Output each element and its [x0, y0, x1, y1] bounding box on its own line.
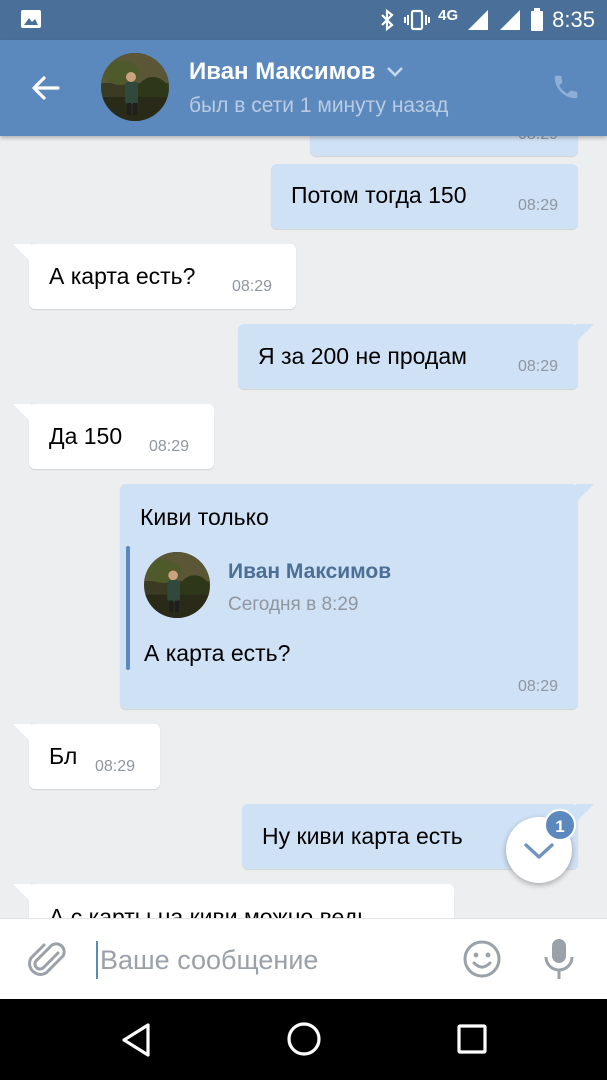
system-nav-bar: [0, 999, 607, 1080]
message-time: 08:29: [517, 678, 558, 695]
microphone-icon[interactable]: [542, 937, 576, 981]
paperclip-icon[interactable]: [28, 939, 68, 981]
reply-quote-bar: [126, 546, 130, 670]
message-out[interactable]: Я за 200 не продам 08:29: [238, 324, 594, 389]
bluetooth-icon: [381, 8, 394, 32]
message-time: 08:29: [149, 438, 190, 455]
battery-icon: [531, 8, 544, 31]
chevron-down-icon: [387, 67, 404, 77]
message-text: Киви только: [140, 504, 269, 530]
chat-header: Иван Максимов был в сети 1 минуту назад: [0, 40, 607, 136]
avatar[interactable]: [101, 53, 169, 121]
bubble-tail: [576, 324, 594, 342]
message-text: А с карты на киви можно ведь: [49, 904, 370, 918]
nav-recents-icon[interactable]: [456, 1023, 488, 1055]
status-bar: 4G 8:35: [0, 0, 607, 40]
message-time: 08:29: [518, 136, 558, 144]
bubble-tail: [576, 804, 594, 822]
online-status: был в сети 1 минуту назад: [189, 94, 449, 117]
reply-time: Сегодня в 8:29: [228, 594, 359, 615]
contact-name[interactable]: Иван Максимов: [189, 58, 405, 86]
message-out[interactable]: 08:29: [310, 136, 578, 156]
unread-badge: 1: [544, 809, 576, 841]
message-in[interactable]: А карта есть? 08:29: [13, 244, 296, 309]
bubble-tail: [576, 484, 594, 502]
nav-home-icon[interactable]: [285, 1020, 323, 1058]
nav-back-icon[interactable]: [118, 1021, 154, 1059]
avatar: [144, 552, 210, 618]
back-arrow-icon[interactable]: [28, 70, 64, 106]
message-time: 08:29: [517, 197, 558, 214]
message-text: А карта есть?: [49, 263, 196, 289]
message-in[interactable]: Бл 08:29: [13, 724, 160, 789]
message-out-with-reply[interactable]: Киви только Иван Максимов Сегодня в 8:29…: [120, 484, 594, 709]
message-in[interactable]: А с карты на киви можно ведь: [13, 884, 454, 918]
bubble-tail: [13, 884, 31, 902]
message-text: Я за 200 не продам: [258, 343, 467, 369]
image-icon: [21, 10, 41, 28]
emoji-icon[interactable]: [462, 939, 502, 979]
bubble-tail: [13, 244, 31, 262]
message-list[interactable]: 08:29 Потом тогда 150 08:29 А карта есть…: [0, 136, 607, 918]
message-time: 08:29: [95, 758, 136, 775]
network-type: 4G: [438, 6, 459, 24]
contact-name-text: Иван Максимов: [189, 58, 376, 85]
bubble-tail: [13, 404, 31, 422]
message-text: Ну киви карта есть: [262, 823, 463, 849]
bubble-tail: [13, 724, 31, 742]
message-text: Бл: [49, 743, 78, 769]
message-input[interactable]: [96, 941, 436, 979]
signal-icon: [468, 10, 489, 30]
clock: 8:35: [552, 7, 595, 32]
message-text: Потом тогда 150: [291, 182, 467, 208]
message-time: 08:29: [232, 278, 273, 295]
message-in[interactable]: Да 150 08:29: [13, 404, 214, 469]
message-out[interactable]: Потом тогда 150 08:29: [271, 164, 578, 229]
composer: [0, 918, 607, 999]
phone-icon[interactable]: [551, 72, 581, 102]
message-text: Да 150: [49, 423, 123, 449]
vibrate-icon: [404, 9, 431, 31]
reply-author: Иван Максимов: [228, 560, 392, 583]
message-time: 08:29: [517, 358, 558, 375]
signal-icon: [500, 10, 521, 30]
reply-text: А карта есть?: [144, 640, 291, 666]
